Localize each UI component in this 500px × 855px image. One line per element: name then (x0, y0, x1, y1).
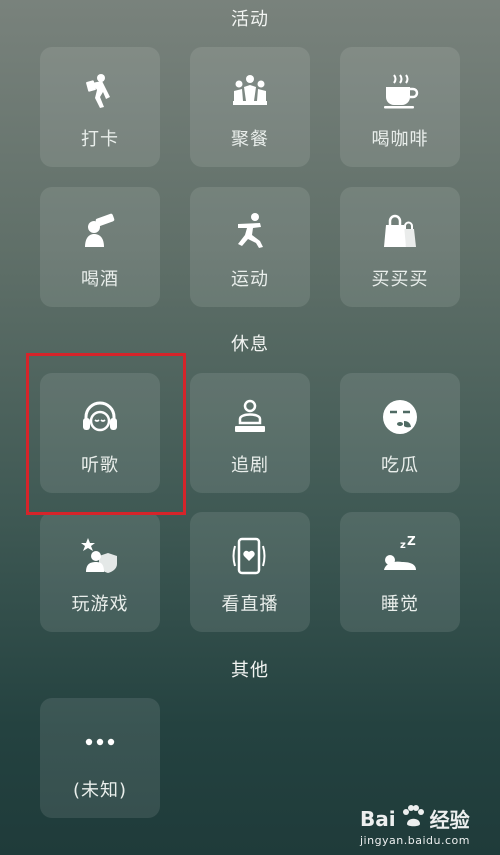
tile-label: 运动 (231, 269, 269, 290)
tile-label: 吃瓜 (381, 455, 419, 476)
game-icon (80, 536, 120, 576)
tile-label: 睡觉 (381, 594, 419, 615)
sleep-icon: zZ (380, 536, 420, 576)
tile-shopping[interactable]: 买买买 (340, 187, 460, 307)
tile-label: 喝咖啡 (371, 129, 429, 150)
tile-live[interactable]: 看直播 (190, 512, 310, 632)
highlight-frame (26, 353, 186, 515)
coffee-icon (380, 71, 420, 111)
tv-icon (230, 397, 270, 437)
live-stream-icon (230, 536, 270, 576)
paw-icon (400, 804, 426, 833)
more-icon (80, 722, 120, 762)
svg-text:z: z (400, 540, 406, 551)
watermark-brand-right: 经验 (429, 808, 470, 832)
watermark-url: jingyan.baidu.com (359, 834, 470, 847)
tile-game[interactable]: 玩游戏 (40, 512, 160, 632)
eating-melon-icon (380, 397, 420, 437)
tile-drink[interactable]: 喝酒 (40, 187, 160, 307)
section-title-activity: 活动 (231, 9, 269, 30)
tile-label: 打卡 (81, 129, 119, 150)
tile-label: 看直播 (221, 594, 279, 615)
tile-label: 玩游戏 (71, 594, 129, 615)
drink-icon (80, 211, 120, 251)
shopping-bag-icon (380, 211, 420, 251)
tile-sleep[interactable]: zZ 睡觉 (340, 512, 460, 632)
section-title-other: 其他 (231, 660, 269, 681)
tile-label: 买买买 (371, 269, 429, 290)
tile-label: 追剧 (231, 455, 269, 476)
tile-dinner[interactable]: 聚餐 (190, 47, 310, 167)
svg-text:Z: Z (407, 536, 416, 548)
tile-tv-series[interactable]: 追剧 (190, 373, 310, 493)
tile-label: (未知) (72, 780, 128, 801)
baidu-jingyan-watermark: Bai 经验 jingyan.baidu.com (360, 804, 470, 847)
tile-sport[interactable]: 运动 (190, 187, 310, 307)
dinner-icon (230, 71, 270, 111)
tile-unknown[interactable]: (未知) (40, 698, 160, 818)
tile-label: 喝酒 (81, 269, 119, 290)
sport-icon (230, 211, 270, 251)
tile-eat-melon[interactable]: 吃瓜 (340, 373, 460, 493)
tile-coffee[interactable]: 喝咖啡 (340, 47, 460, 167)
checkin-icon (80, 71, 120, 111)
watermark-brand-left: Bai (359, 806, 396, 831)
tile-label: 聚餐 (231, 129, 269, 150)
tile-checkin[interactable]: 打卡 (40, 47, 160, 167)
